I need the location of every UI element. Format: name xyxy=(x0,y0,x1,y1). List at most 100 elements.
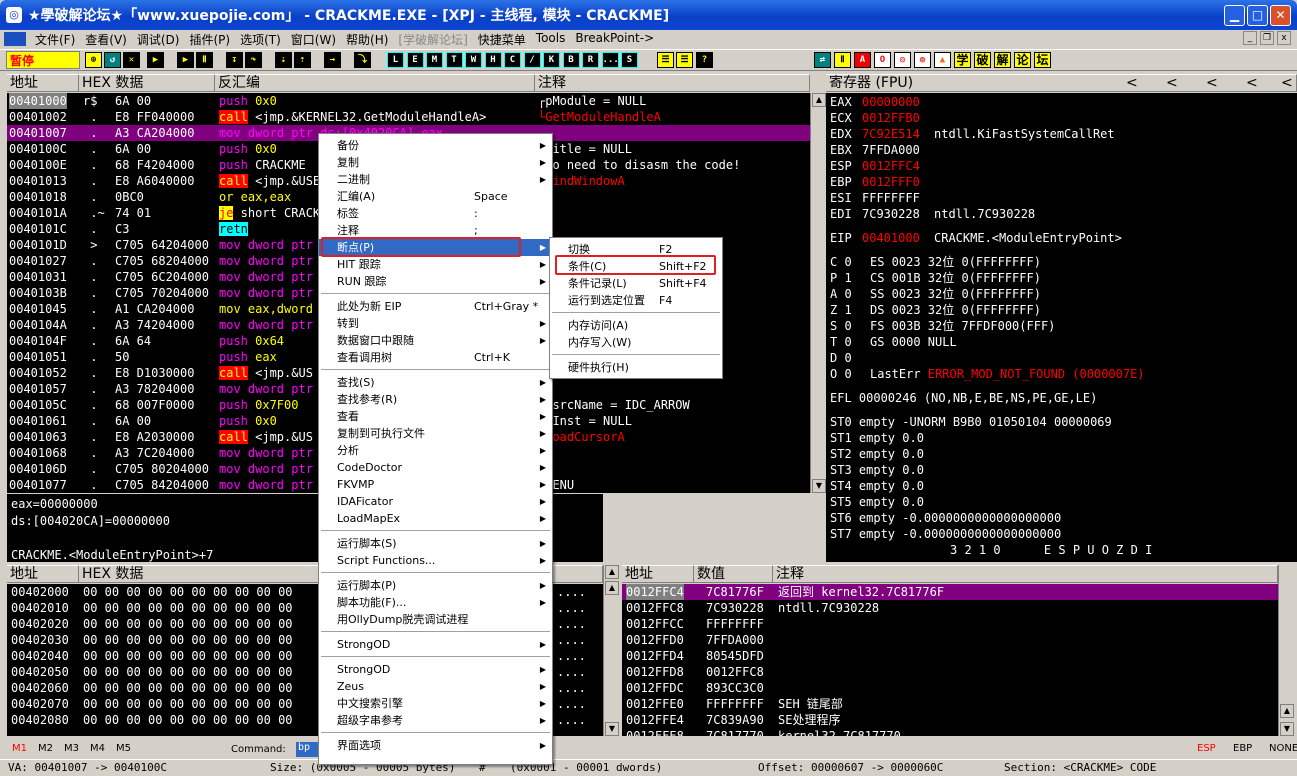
mdi-close-icon[interactable]: x xyxy=(1277,31,1291,45)
toolbar-letter-button[interactable]: T xyxy=(445,52,463,68)
menu-item[interactable]: 界面选项 ▶ xyxy=(319,737,552,754)
register-value[interactable]: 7C92E514 xyxy=(862,126,920,142)
mdi-window-icon[interactable] xyxy=(4,32,26,46)
menu-item[interactable]: 运行脚本(S) ▶ xyxy=(319,535,552,552)
plugin-icon-a[interactable]: A xyxy=(854,52,871,68)
dump-scroll-up-icon[interactable]: ▲ xyxy=(605,565,619,579)
menu-item[interactable]: 内存写入(W) xyxy=(550,334,722,351)
menu-item[interactable]: Zeus ▶ xyxy=(319,678,552,695)
menu-item[interactable]: 数据窗口中跟随 ▶ xyxy=(319,332,552,349)
scroll-down-icon[interactable]: ▼ xyxy=(812,479,826,493)
dump-addr-header[interactable]: 地址 xyxy=(7,565,79,583)
register-value[interactable]: 0012FFF0 xyxy=(862,174,920,190)
menu-item[interactable]: BreakPoint-> xyxy=(570,31,659,48)
flag[interactable]: Z 1 xyxy=(830,302,852,318)
flag[interactable]: D 0 xyxy=(830,350,852,366)
close-program-icon[interactable]: ✕ xyxy=(123,52,140,68)
dump-bytes[interactable]: 00 00 00 00 00 00 00 00 00 00 xyxy=(83,616,293,632)
close-button[interactable]: ✕ xyxy=(1270,5,1291,26)
refresh-icon[interactable]: ⇄ xyxy=(814,52,831,68)
registers-pane[interactable]: EAX 00000000 ECX 0012FFB0 EDX 7C92E514 ntdll.K… xyxy=(826,93,1297,562)
menu-item[interactable]: 窗口(W) xyxy=(286,31,341,48)
menu-item[interactable]: 查看(V) xyxy=(80,31,132,48)
register-value[interactable]: 7C930228 xyxy=(862,206,920,222)
command-tab[interactable]: M5 xyxy=(116,743,131,754)
scroll-up-icon[interactable]: ▲ xyxy=(812,93,826,107)
toolbar-letter-button[interactable]: W xyxy=(465,52,482,68)
dump-scroll-up-icon-2[interactable]: ▲ xyxy=(605,581,619,595)
help-icon[interactable]: ? xyxy=(696,52,713,68)
dump-scrollbar[interactable]: ▲ ▲ ▼ xyxy=(603,565,620,736)
menu-item[interactable]: StrongOD ▶ xyxy=(319,661,552,678)
plugin-icon-o[interactable]: O xyxy=(874,52,891,68)
menu-item[interactable]: 分析 ▶ xyxy=(319,442,552,459)
menu-item[interactable]: 帮助(H) xyxy=(341,31,393,48)
reg-nav-left-icon[interactable]: < xyxy=(1126,75,1138,92)
toolbar-letter-button[interactable]: B xyxy=(562,52,580,68)
restart-icon[interactable]: ↺ xyxy=(104,52,121,68)
menu-item[interactable]: HIT 跟踪 ▶ xyxy=(319,256,552,273)
cpu-hex-header[interactable]: HEX 数据 xyxy=(79,74,215,92)
menu-item[interactable]: [学破解论坛] xyxy=(393,31,472,48)
run-icon-2[interactable]: ▶ xyxy=(177,52,194,68)
flag[interactable]: C 0 xyxy=(830,254,852,270)
register-value[interactable]: 7FFDA000 xyxy=(862,142,920,158)
menu-item[interactable]: 查看调用树 Ctrl+K xyxy=(319,349,552,366)
stack-row[interactable]: 0012FFCC FFFFFFFF xyxy=(622,616,1278,632)
register-value[interactable]: 0012FFB0 xyxy=(862,110,920,126)
disasm-scrollbar[interactable]: ▲ ▼ xyxy=(810,93,826,493)
menu-item[interactable]: 插件(P) xyxy=(184,31,235,48)
mdi-restore-icon[interactable]: ❐ xyxy=(1260,31,1274,45)
cpu-comment-header[interactable]: 注释 xyxy=(535,74,810,92)
toolbar-cn-button[interactable]: 解 xyxy=(994,52,1011,68)
menu-item[interactable]: Tools xyxy=(531,31,571,48)
dump-bytes[interactable]: 00 00 00 00 00 00 00 00 00 00 xyxy=(83,632,293,648)
reg-nav-left-icon-2[interactable]: < xyxy=(1166,75,1178,92)
fpu-register[interactable]: ST5 empty 0.0 xyxy=(830,494,924,510)
menu-item[interactable]: 备份 ▶ xyxy=(319,137,552,154)
fpu-register[interactable]: ST3 empty 0.0 xyxy=(830,462,924,478)
trace-into-icon[interactable]: ⇣ xyxy=(275,52,292,68)
stack-scroll-up-icon[interactable]: ▲ xyxy=(1280,704,1294,718)
toolbar-letter-button[interactable]: M xyxy=(426,52,443,68)
fpu-register[interactable]: ST4 empty 0.0 xyxy=(830,478,924,494)
register-eip-value[interactable]: 00401000 xyxy=(862,230,920,246)
maximize-button[interactable]: □ xyxy=(1247,5,1268,26)
toolbar-letter-button[interactable]: / xyxy=(523,52,541,68)
fpu-register[interactable]: ST6 empty -0.0000000000000000000 xyxy=(830,510,1061,526)
menu-item[interactable]: 复制到可执行文件 ▶ xyxy=(319,425,552,442)
stack-scroll-down-icon[interactable]: ▼ xyxy=(1280,722,1294,736)
reg-nav-left-icon-4[interactable]: < xyxy=(1246,75,1258,92)
stack-comment-header[interactable]: 注释 xyxy=(773,565,1278,583)
menu-item[interactable]: 条件记录(L) Shift+F4 xyxy=(550,275,722,292)
menu-item[interactable]: FKVMP ▶ xyxy=(319,476,552,493)
menu-item[interactable]: IDAFicator ▶ xyxy=(319,493,552,510)
open-icon[interactable]: ⊕ xyxy=(85,52,102,68)
toolbar-letter-button[interactable]: S xyxy=(621,52,638,68)
dump-bytes[interactable]: 00 00 00 00 00 00 00 00 00 00 xyxy=(83,712,293,728)
menu-item[interactable]: 脚本功能(F)... ▶ xyxy=(319,594,552,611)
menu-item[interactable]: 标签: xyxy=(319,205,552,222)
stack-row[interactable]: 0012FFD8 0012FFC8 xyxy=(622,664,1278,680)
list-icon[interactable]: ☰ xyxy=(657,52,674,68)
flag[interactable]: T 0 xyxy=(830,334,852,350)
flag[interactable]: S 0 xyxy=(830,318,852,334)
menu-item[interactable]: 运行脚本(P) ▶ xyxy=(319,577,552,594)
disasm-row[interactable]: 00401002 . E8 FF040000 call <jmp.&KERNEL32… xyxy=(7,109,810,125)
app-icon[interactable]: ◎ xyxy=(6,7,22,23)
menu-item[interactable]: 内存访问(A) xyxy=(550,317,722,334)
toolbar-letter-button[interactable]: E xyxy=(406,52,424,68)
register-value[interactable]: FFFFFFFF xyxy=(862,190,920,206)
stack-scrollbar[interactable]: ▲ ▼ xyxy=(1278,565,1295,736)
menu-item[interactable]: 二进制 ▶ xyxy=(319,171,552,188)
reg-nav-left-icon-5[interactable]: < xyxy=(1281,75,1293,92)
reg-nav-left-icon-3[interactable]: < xyxy=(1206,75,1218,92)
command-tab[interactable]: M3 xyxy=(64,743,79,754)
step-into-icon[interactable]: ↧ xyxy=(226,52,243,68)
plugin-icon-1[interactable]: Ⅱ xyxy=(834,52,851,68)
command-tab[interactable]: M4 xyxy=(90,743,105,754)
menu-item[interactable]: 查找(S) ▶ xyxy=(319,374,552,391)
menu-item[interactable]: 超级字串参考 ▶ xyxy=(319,712,552,729)
stack-row[interactable]: 0012FFE4 7C839A90 SE处理程序 xyxy=(622,712,1278,728)
toolbar-letter-button[interactable]: L xyxy=(387,52,404,68)
